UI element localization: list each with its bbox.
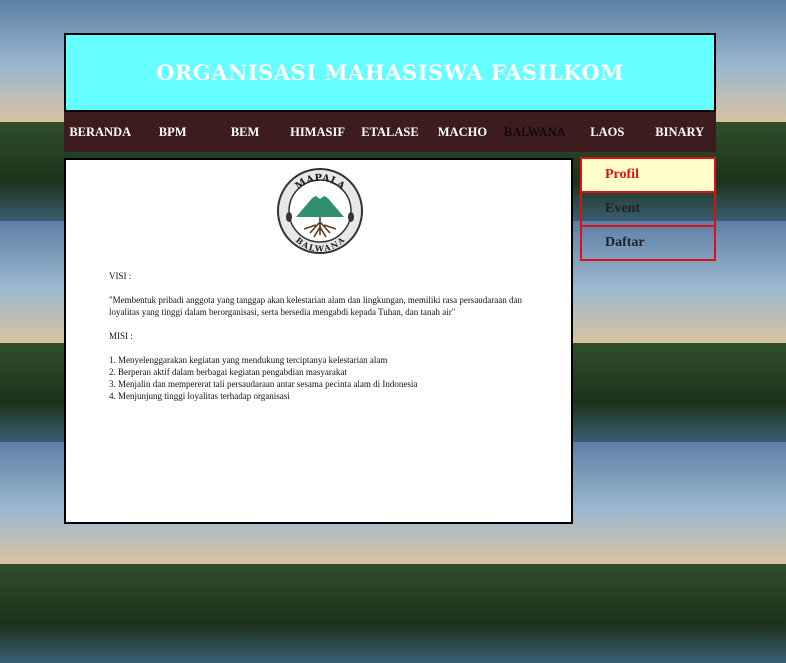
main-nav: BERANDA BPM BEM HIMASIF ETALASE MACHO BA… <box>64 112 716 152</box>
sidebar-item-daftar[interactable]: Daftar <box>580 225 716 261</box>
site-title: ORGANISASI MAHASISWA FASILKOM <box>156 60 624 85</box>
misi-item: 4. Menjunjung tinggi loyalitas terhadap … <box>109 391 290 401</box>
nav-item-etalase[interactable]: ETALASE <box>354 125 426 140</box>
visi-text: "Membentuk pribadi anggota yang tanggap … <box>109 295 523 317</box>
misi-heading: MISI : <box>109 331 133 341</box>
misi-item: 3. Menjalin dan mempererat tali persauda… <box>109 379 418 389</box>
nav-item-macho[interactable]: MACHO <box>426 125 498 140</box>
nav-item-beranda[interactable]: BERANDA <box>64 125 136 140</box>
content-panel: MAPALA BALWANA VISI : "Membentuk pribadi… <box>64 158 573 524</box>
nav-item-binary[interactable]: BINARY <box>644 125 716 140</box>
mapala-balwana-logo: MAPALA BALWANA <box>277 168 363 254</box>
nav-item-balwana[interactable]: BALWANA <box>499 125 571 140</box>
visi-heading: VISI : <box>109 271 132 281</box>
misi-item: 2. Berperan aktif dalam berbagai kegiata… <box>109 367 347 377</box>
sidebar-item-profil[interactable]: Profil <box>580 157 716 193</box>
profile-text: VISI : "Membentuk pribadi anggota yang t… <box>109 270 529 402</box>
site-header: ORGANISASI MAHASISWA FASILKOM <box>64 33 716 112</box>
sidebar-item-event[interactable]: Event <box>580 191 716 227</box>
nav-item-bpm[interactable]: BPM <box>136 125 208 140</box>
nav-item-laos[interactable]: LAOS <box>571 125 643 140</box>
misi-item: 1. Menyelenggarakan kegiatan yang menduk… <box>109 355 388 365</box>
nav-item-bem[interactable]: BEM <box>209 125 281 140</box>
nav-item-himasif[interactable]: HIMASIF <box>281 125 353 140</box>
sidebar-menu: Profil Event Daftar <box>580 157 716 261</box>
